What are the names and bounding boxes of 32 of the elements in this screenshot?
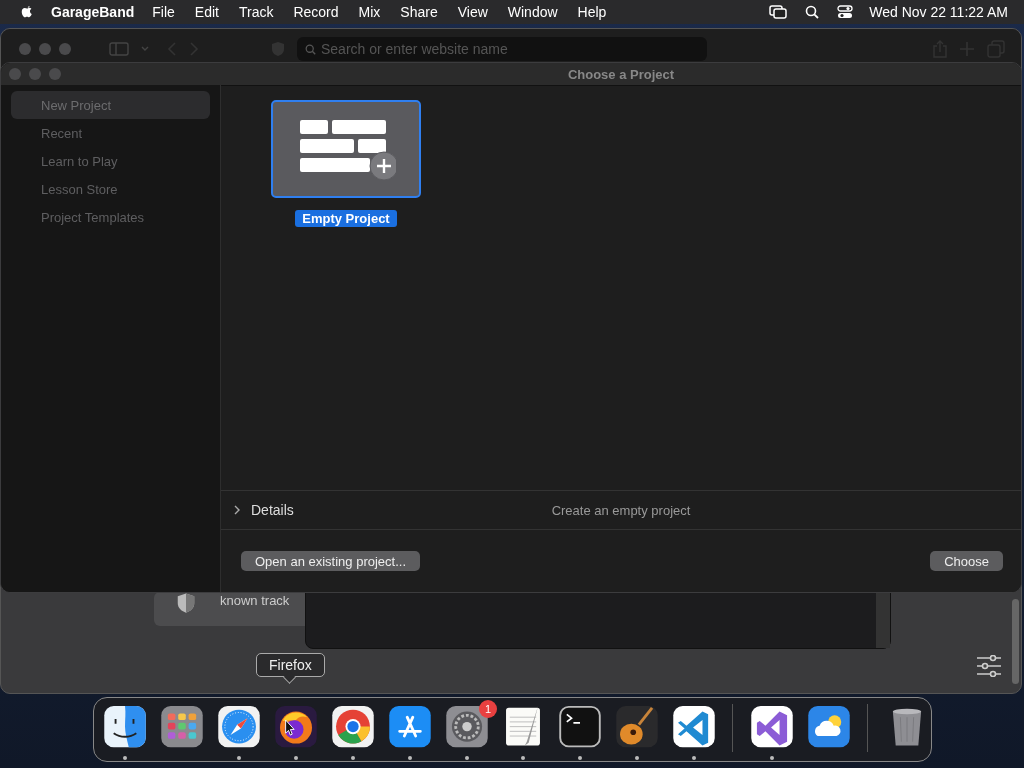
search-icon (305, 44, 316, 55)
details-disclosure[interactable]: Details (233, 502, 294, 518)
control-center-icon[interactable] (837, 5, 854, 19)
window-title: Choose a Project (566, 66, 676, 82)
project-label[interactable]: Empty Project (295, 210, 397, 227)
choose-button[interactable]: Choose (930, 551, 1003, 571)
app-menu[interactable]: GarageBand (51, 4, 135, 20)
menu-item[interactable]: Share (400, 4, 438, 20)
notification-badge: 1 (479, 700, 497, 718)
menu-item[interactable]: File (152, 4, 175, 20)
address-field[interactable]: Search or enter website name (297, 37, 707, 61)
shield-icon (176, 592, 196, 614)
chevron-icon (233, 505, 241, 515)
project-thumbnail[interactable] (271, 100, 421, 198)
menu-item[interactable]: Edit (194, 4, 219, 20)
menu-item[interactable]: Track (238, 4, 274, 20)
scrollbar[interactable] (1012, 599, 1019, 684)
menu-item[interactable]: View (457, 4, 488, 20)
search-icon[interactable] (805, 5, 820, 19)
sliders-icon[interactable] (976, 655, 1002, 677)
menu-item[interactable]: Window (507, 4, 558, 20)
vscode-app-icon[interactable] (670, 704, 718, 750)
menu-item[interactable]: Help (577, 4, 607, 20)
card-text: known track (220, 593, 290, 608)
windows-icon[interactable] (769, 5, 788, 19)
clock[interactable]: Wed Nov 22 11:22 AM (869, 4, 1008, 20)
firefox-app-icon[interactable] (272, 704, 320, 750)
menu-item[interactable]: Record (293, 4, 339, 20)
apple-logo-icon[interactable] (20, 4, 34, 20)
menu-item[interactable]: Mix (358, 4, 381, 20)
description-text: Create an empty project (551, 502, 691, 518)
open-button[interactable]: Open an existing project... (241, 551, 421, 571)
